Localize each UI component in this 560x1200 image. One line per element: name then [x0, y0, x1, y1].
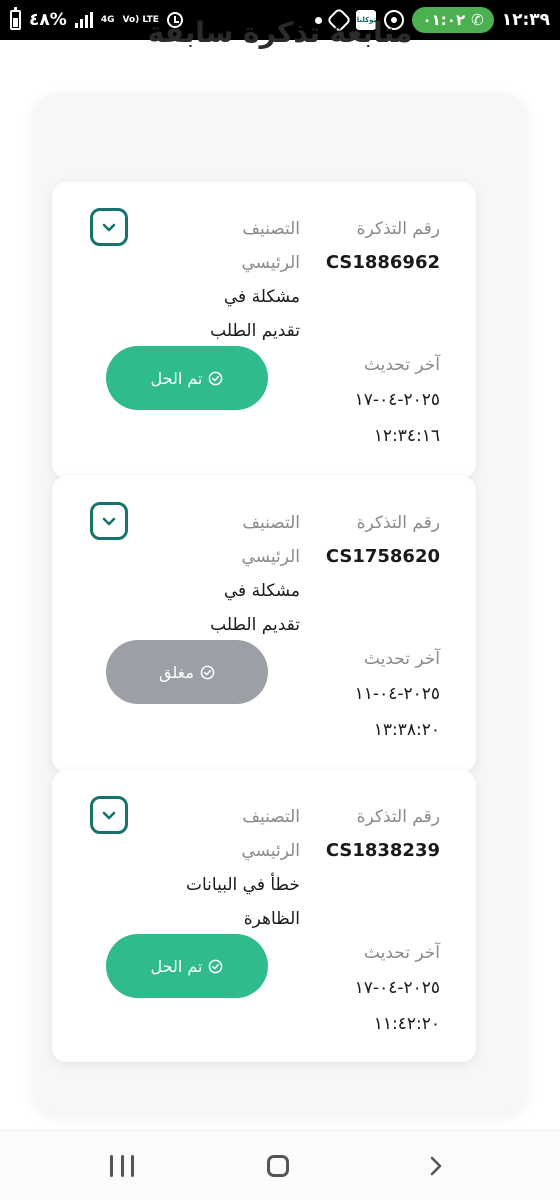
status-badge-resolved[interactable]: تم الحل	[106, 934, 268, 998]
category-main-label: الرئيسي	[241, 547, 300, 567]
update-time: ١١:٤٢:٢٠	[373, 1014, 440, 1034]
category-main-label: الرئيسي	[241, 841, 300, 861]
expand-ticket-button[interactable]	[90, 208, 128, 246]
ticket-number: CS1758620	[325, 546, 440, 567]
status-label: مغلق	[159, 662, 194, 682]
ticket-card: رقم التذكرة CS1886962 التصنيف الرئيسي مش…	[52, 182, 476, 478]
back-button[interactable]	[424, 1155, 446, 1177]
system-nav-bar	[0, 1130, 560, 1200]
category-value-line1: خطأ في البيانات	[186, 875, 300, 895]
check-circle-icon	[209, 371, 223, 385]
category-value-line2: تقديم الطلب	[210, 321, 300, 341]
ticket-number-column: رقم التذكرة CS1886962	[310, 212, 440, 280]
recent-apps-button[interactable]	[110, 1155, 134, 1177]
ticket-card: رقم التذكرة CS1838239 التصنيف الرئيسي خط…	[52, 770, 476, 1062]
category-value-line2: الظاهرة	[243, 909, 300, 929]
update-date: ٢٠٢٥-٠٤-١٧	[354, 390, 440, 410]
update-time: ١٣:٣٨:٢٠	[373, 720, 440, 740]
page-title: متابعة تذكرة سابقة	[147, 16, 413, 49]
ticket-number-column: رقم التذكرة CS1758620	[310, 506, 440, 574]
status-badge-closed[interactable]: مغلق	[106, 640, 268, 704]
update-date: ٢٠٢٥-٠٤-١١	[354, 684, 440, 704]
ticket-number-label: رقم التذكرة	[356, 513, 440, 533]
ticket-number-label: رقم التذكرة	[356, 807, 440, 827]
expand-ticket-button[interactable]	[90, 796, 128, 834]
chevron-down-icon	[102, 811, 116, 820]
check-circle-icon	[209, 959, 223, 973]
category-label: التصنيف	[242, 219, 300, 239]
category-value-line1: مشكلة في	[223, 287, 300, 307]
chevron-down-icon	[102, 517, 116, 526]
category-value-line2: تقديم الطلب	[210, 615, 300, 635]
check-circle-icon	[200, 665, 215, 679]
expand-ticket-button[interactable]	[90, 502, 128, 540]
last-update-label: آخر تحديث	[363, 649, 440, 669]
last-update-label: آخر تحديث	[363, 943, 440, 963]
last-update-column: آخر تحديث ٢٠٢٥-٠٤-١٧ ١١:٤٢:٢٠	[310, 936, 440, 1042]
category-label: التصنيف	[242, 513, 300, 533]
ticket-number: CS1838239	[325, 840, 440, 861]
status-badge-resolved[interactable]: تم الحل	[106, 346, 268, 410]
status-label: تم الحل	[150, 368, 203, 388]
ticket-number: CS1886962	[325, 252, 440, 273]
category-label: التصنيف	[242, 807, 300, 827]
status-label: تم الحل	[150, 956, 203, 976]
category-column: التصنيف الرئيسي مشكلة في تقديم الطلب	[170, 212, 300, 348]
ticket-number-column: رقم التذكرة CS1838239	[310, 800, 440, 868]
last-update-label: آخر تحديث	[363, 355, 440, 375]
home-button[interactable]	[267, 1155, 289, 1177]
last-update-column: آخر تحديث ٢٠٢٥-٠٤-١١ ١٣:٣٨:٢٠	[310, 642, 440, 748]
category-column: التصنيف الرئيسي خطأ في البيانات الظاهرة	[170, 800, 300, 936]
update-date: ٢٠٢٥-٠٤-١٧	[354, 978, 440, 998]
category-main-label: الرئيسي	[241, 253, 300, 273]
update-time: ١٢:٣٤:١٦	[373, 426, 440, 446]
ticket-card: رقم التذكرة CS1758620 التصنيف الرئيسي مش…	[52, 476, 476, 772]
chevron-down-icon	[102, 223, 116, 232]
last-update-column: آخر تحديث ٢٠٢٥-٠٤-١٧ ١٢:٣٤:١٦	[310, 348, 440, 454]
category-column: التصنيف الرئيسي مشكلة في تقديم الطلب	[170, 506, 300, 642]
ticket-number-label: رقم التذكرة	[356, 219, 440, 239]
category-value-line1: مشكلة في	[223, 581, 300, 601]
